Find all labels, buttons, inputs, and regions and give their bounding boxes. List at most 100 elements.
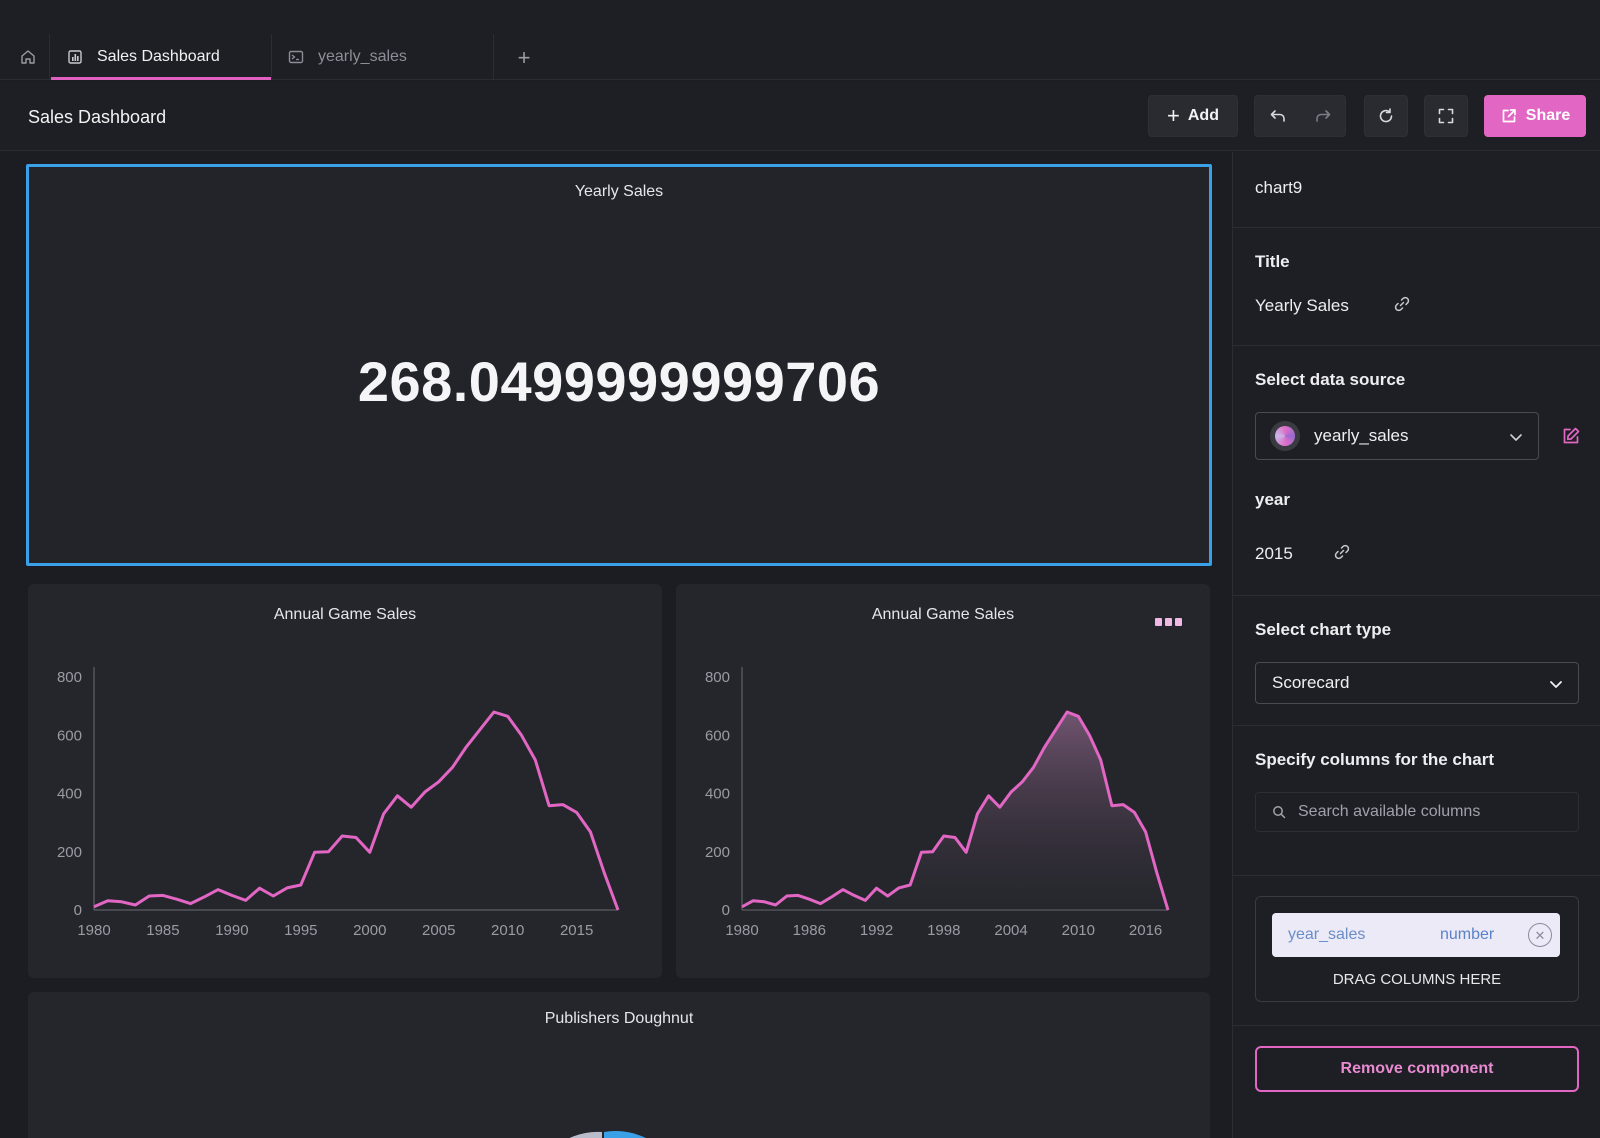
annual-sales-line-chart[interactable]: Annual Game Sales 0 200 400 600 800 1980 1985 1…: [28, 584, 662, 978]
external-link-icon: [1502, 109, 1516, 123]
columns-section: Specify columns for the chart: [1233, 726, 1600, 876]
y-tick-label: 800: [705, 669, 730, 686]
link-icon[interactable]: [1393, 295, 1411, 313]
x-tick-label: 2004: [994, 922, 1027, 939]
column-search-box: [1255, 792, 1579, 832]
data-source-select[interactable]: yearly_sales: [1255, 412, 1539, 460]
column-dropzone-section: year_sales number ✕ DRAG COLUMNS HERE: [1233, 876, 1600, 1026]
publishers-doughnut-chart[interactable]: Publishers Doughnut: [28, 992, 1210, 1138]
plus-icon: +: [1167, 103, 1180, 128]
dashboard-canvas: Yearly Sales 268.0499999999706 Annual Ga…: [0, 152, 1232, 1138]
column-dropzone[interactable]: year_sales number ✕ DRAG COLUMNS HERE: [1255, 896, 1579, 1002]
close-icon[interactable]: ✕: [1528, 923, 1552, 947]
title-label: Title: [1255, 252, 1290, 271]
param-name: year: [1255, 490, 1290, 509]
tab-label: yearly_sales: [318, 48, 407, 65]
data-source-avatar: [1270, 421, 1300, 451]
doughnut-svg: [569, 1131, 646, 1138]
window-top-strip: [0, 0, 1600, 34]
column-chip-name: year_sales: [1288, 926, 1366, 943]
column-search-input[interactable]: [1298, 803, 1558, 821]
chevron-down-icon: [1548, 676, 1564, 692]
x-tick-label: 2005: [422, 922, 455, 939]
chart-type-value: Scorecard: [1272, 673, 1350, 692]
x-tick-label: 1990: [215, 922, 248, 939]
x-tick-label: 1992: [860, 922, 893, 939]
series-line: [93, 710, 620, 911]
scorecard-value: 268.0499999999706: [357, 350, 881, 413]
add-tab-button[interactable]: +: [512, 45, 536, 70]
y-tick-label: 0: [74, 902, 82, 919]
undo-icon: [1270, 110, 1285, 122]
tab-sales-dashboard[interactable]: Sales Dashboard: [51, 34, 272, 80]
data-source-section: Select data source yearly_sales year 201…: [1233, 346, 1600, 596]
data-source-value: yearly_sales: [1314, 426, 1409, 445]
annual-sales-area-chart[interactable]: Annual Game Sales 0 200 400 600 800 1980 1986 1…: [676, 584, 1210, 978]
edit-icon[interactable]: [1561, 426, 1581, 446]
x-tick-label: 2016: [1129, 922, 1162, 939]
y-tick-label: 0: [722, 902, 730, 919]
search-icon: [1273, 806, 1286, 819]
redo-icon: [1315, 110, 1330, 122]
y-tick-label: 600: [57, 727, 82, 744]
scorecard-component[interactable]: Yearly Sales 268.0499999999706: [26, 164, 1212, 566]
share-button[interactable]: Share: [1484, 95, 1586, 137]
x-tick-label: 2010: [491, 922, 524, 939]
doughnut-slice: [569, 1131, 602, 1138]
y-tick-label: 800: [57, 669, 82, 686]
undo-redo-group: [1254, 95, 1346, 137]
line-chart-svg: 0 200 400 600 800 1980 1985 1990 1995 2000 2005 201…: [57, 667, 620, 939]
tab-yearly-sales[interactable]: yearly_sales: [272, 34, 494, 80]
link-icon[interactable]: [1333, 543, 1351, 561]
x-tick-label: 1986: [793, 922, 826, 939]
column-chip[interactable]: year_sales number ✕: [1272, 913, 1560, 957]
column-chip-type: number: [1440, 926, 1495, 943]
fullscreen-button[interactable]: [1424, 95, 1468, 137]
param-value[interactable]: 2015: [1255, 544, 1293, 564]
title-section: Title Yearly Sales: [1233, 228, 1600, 346]
add-button-label: Add: [1187, 107, 1219, 124]
y-tick-label: 200: [705, 844, 730, 861]
home-icon: [20, 50, 35, 64]
area-fill: [742, 712, 1168, 910]
x-tick-label: 1980: [77, 922, 110, 939]
undo-button[interactable]: [1255, 95, 1300, 137]
terminal-icon: [288, 49, 304, 65]
component-id-section: chart9: [1233, 152, 1600, 228]
chart-type-select[interactable]: Scorecard: [1255, 662, 1579, 704]
x-tick-label: 1980: [725, 922, 758, 939]
dashboard-icon: [67, 49, 83, 65]
add-button[interactable]: + Add: [1148, 95, 1238, 137]
component-id: chart9: [1255, 178, 1303, 197]
drop-hint: DRAG COLUMNS HERE: [1332, 971, 1502, 988]
doughnut-slice: [604, 1131, 646, 1138]
scorecard-title: Yearly Sales: [574, 183, 664, 200]
tab-label: Sales Dashboard: [97, 48, 220, 65]
x-tick-label: 1995: [284, 922, 317, 939]
x-tick-label: 1985: [146, 922, 179, 939]
fullscreen-icon: [1438, 108, 1454, 124]
y-tick-label: 400: [57, 786, 82, 803]
component-settings-panel: chart9 Title Yearly Sales Select data so…: [1232, 152, 1600, 1138]
refresh-button[interactable]: [1364, 95, 1408, 137]
chevron-down-icon: [1508, 429, 1524, 445]
columns-label: Specify columns for the chart: [1255, 750, 1494, 769]
remove-component-button[interactable]: Remove component: [1255, 1046, 1579, 1092]
share-button-label: Share: [1525, 107, 1571, 124]
x-tick-label: 1998: [927, 922, 960, 939]
dashboard-header: Sales Dashboard + Add Share: [0, 81, 1600, 151]
title-value[interactable]: Yearly Sales: [1255, 296, 1349, 316]
x-tick-label: 2000: [353, 922, 386, 939]
y-tick-label: 600: [705, 727, 730, 744]
page-title: Sales Dashboard: [28, 107, 167, 127]
x-tick-label: 2010: [1062, 922, 1095, 939]
redo-button[interactable]: [1300, 95, 1345, 137]
refresh-icon: [1379, 108, 1393, 123]
y-tick-label: 200: [57, 844, 82, 861]
home-tab[interactable]: [6, 34, 50, 80]
data-source-label: Select data source: [1255, 370, 1406, 389]
y-tick-label: 400: [705, 786, 730, 803]
plus-icon: +: [517, 45, 531, 70]
chart-type-label: Select chart type: [1255, 620, 1392, 639]
area-chart-svg: 0 200 400 600 800 1980 1986 1992 1998 2004 2010 201…: [705, 667, 1170, 939]
